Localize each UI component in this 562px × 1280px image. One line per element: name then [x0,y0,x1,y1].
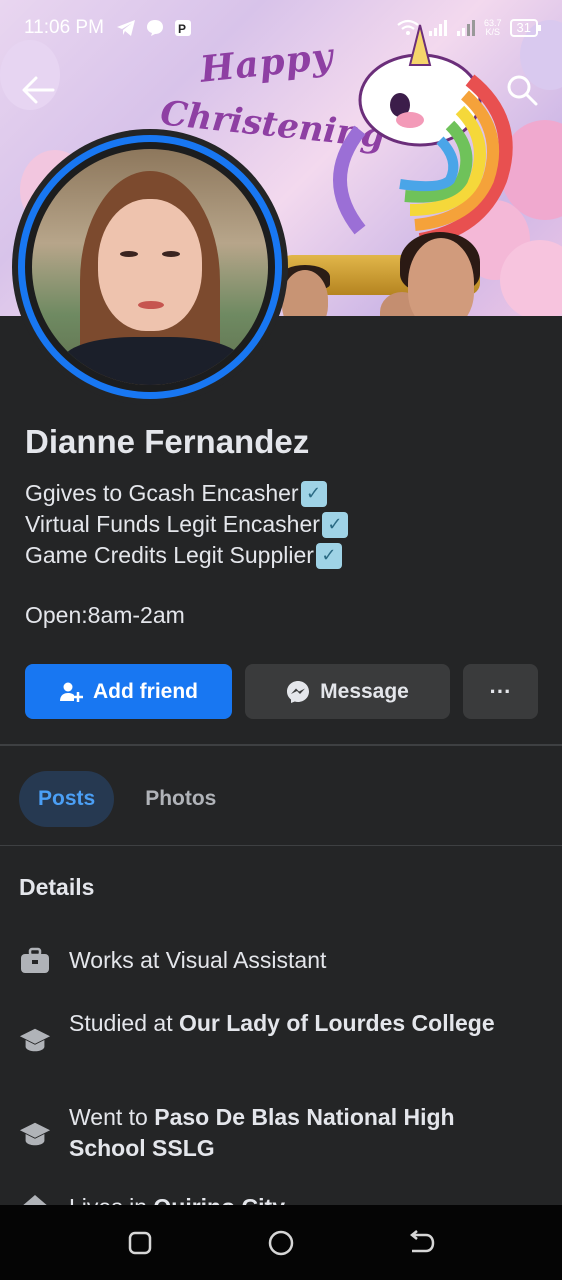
detail-prefix: Works at [69,947,166,973]
bio-text: Ggives to Gcash Encasher [25,480,299,506]
checkmark-icon: ✓ [300,480,327,507]
detail-value: Our Lady of Lourdes College [178,1010,495,1036]
battery-indicator: 31 [509,19,542,37]
message-button[interactable]: Message [245,664,450,719]
detail-value: Visual Assistant [165,947,327,973]
bio-line: Game Credits Legit Supplier ✓ [25,540,348,571]
bio-line: Ggives to Gcash Encasher ✓ [25,478,348,509]
shirt [62,337,242,385]
search-button[interactable] [502,70,542,110]
detail-text: Works at Visual Assistant [69,945,529,976]
bio-text: Virtual Funds Legit Encasher [25,511,320,537]
eye [162,251,180,257]
detail-prefix: Went to [69,1104,155,1130]
circle-icon [268,1230,294,1255]
briefcase-icon [19,945,51,977]
tab-photos[interactable]: Photos [126,771,235,827]
details-heading: Details [19,874,95,900]
profile-hours: Open:8am-2am [25,602,185,628]
bio-line: Virtual Funds Legit Encasher ✓ [25,509,348,540]
detail-text: Went to Paso De Blas National High Schoo… [69,1102,529,1164]
profile-bio: Ggives to Gcash Encasher ✓ Virtual Funds … [25,478,348,571]
signal-icon-2 [457,20,475,36]
status-bar: 11:06 PM P 63.7 K/S 31 [0,0,562,56]
detail-text: Studied at Our Lady of Lourdes College [69,1008,529,1039]
status-right: 63.7 K/S 31 [396,19,542,37]
section-divider [0,845,562,846]
detail-work[interactable]: Works at Visual Assistant [19,945,529,977]
recent-apps-button[interactable] [120,1223,160,1263]
search-icon [507,75,538,106]
graduation-cap-icon [19,1024,51,1056]
chat-bubble-icon [146,20,163,36]
svg-text:P: P [178,22,186,36]
paypal-icon: P [174,20,191,36]
home-button[interactable] [261,1223,301,1263]
square-icon [129,1231,152,1254]
tab-posts[interactable]: Posts [19,771,115,827]
section-divider [0,744,562,746]
arrow-left-icon [22,76,55,104]
back-arrow-icon [409,1229,434,1252]
graduation-cap-icon [19,1118,51,1150]
message-label: Message [320,679,409,703]
wifi-icon [397,19,419,35]
add-friend-label: Add friend [93,679,198,703]
add-friend-icon [60,682,83,702]
story-ring [18,135,282,399]
add-friend-button[interactable]: Add friend [25,664,232,719]
profile-tabs: Posts Photos [19,771,235,827]
clock: 11:06 PM [24,17,104,38]
bio-text: Game Credits Legit Supplier [25,542,314,568]
profile-actions: Add friend Message ··· [25,664,538,719]
avatar-border [25,142,275,392]
checkmark-icon: ✓ [321,511,348,538]
profile-name: Dianne Fernandez [25,423,310,460]
telegram-icon [116,20,135,36]
detail-college[interactable]: Studied at Our Lady of Lourdes College [19,1008,529,1056]
face [98,199,202,331]
notification-icons: P [116,19,192,37]
checkmark-icon: ✓ [315,542,342,569]
more-dots-icon: ··· [489,678,512,704]
detail-prefix: Studied at [69,1010,179,1036]
more-options-button[interactable]: ··· [463,664,538,719]
signal-icon [429,20,447,36]
messenger-icon [287,680,310,703]
network-speed: 63.7 K/S [484,19,502,37]
profile-picture[interactable] [12,129,288,405]
back-button[interactable] [18,70,58,110]
speed-unit: K/S [485,27,501,37]
avatar-photo [32,149,268,385]
system-navigation-bar [0,1205,562,1280]
lips [138,301,164,309]
eye [120,251,138,257]
detail-highschool[interactable]: Went to Paso De Blas National High Schoo… [19,1102,529,1164]
system-back-button[interactable] [402,1223,442,1263]
